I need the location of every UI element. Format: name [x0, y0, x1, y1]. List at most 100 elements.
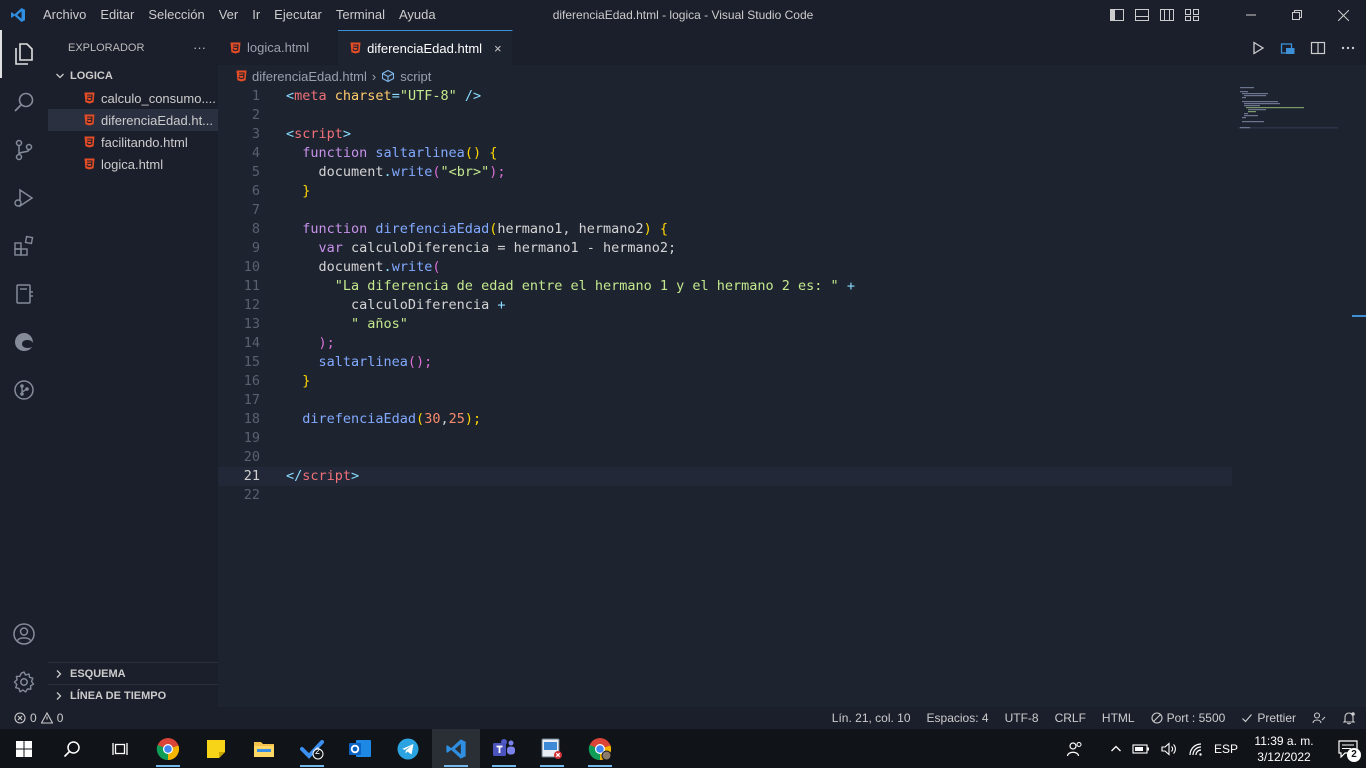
- taskbar-snipping-tool[interactable]: [528, 729, 576, 768]
- run-icon[interactable]: [1250, 40, 1266, 56]
- live-preview-icon[interactable]: [1280, 40, 1296, 56]
- outline-label: ESQUEMA: [70, 667, 126, 680]
- volume-icon[interactable]: [1160, 741, 1178, 757]
- taskbar-outlook[interactable]: [336, 729, 384, 768]
- battery-icon[interactable]: [1132, 743, 1150, 755]
- more-actions-icon[interactable]: [1340, 40, 1356, 56]
- problems-indicator[interactable]: 0 0: [0, 711, 63, 725]
- split-editor-icon[interactable]: [1310, 40, 1326, 56]
- explorer-icon[interactable]: [0, 30, 48, 78]
- taskbar-vscode[interactable]: [432, 729, 480, 768]
- status-bar: 0 0 Lín. 21, col. 10 Espacios: 4 UTF-8 C…: [0, 707, 1366, 729]
- todo-check-icon: [300, 739, 324, 759]
- line-number: 16: [243, 373, 260, 389]
- toggle-secondary-sidebar-icon[interactable]: [1159, 7, 1175, 23]
- taskbar-teams[interactable]: [480, 729, 528, 768]
- line-number: 5: [251, 164, 260, 180]
- customize-layout-icon[interactable]: [1184, 7, 1200, 23]
- timeline-section[interactable]: LÍNEA DE TIEMPO: [48, 684, 218, 706]
- menu-ayuda[interactable]: Ayuda: [392, 0, 443, 30]
- account-icon[interactable]: [0, 610, 48, 658]
- telegram-icon: [397, 738, 419, 759]
- line-number: 17: [243, 392, 260, 408]
- line-number: 3: [251, 126, 260, 142]
- git-graph-icon[interactable]: [0, 366, 48, 414]
- close-tab-icon[interactable]: ×: [494, 41, 502, 56]
- live-server-port[interactable]: Port : 5500: [1151, 711, 1225, 725]
- input-language[interactable]: ESP: [1214, 742, 1238, 756]
- explorer-more-button[interactable]: ···: [193, 40, 206, 55]
- encoding[interactable]: UTF-8: [1005, 711, 1039, 725]
- notification-center-button[interactable]: 2: [1330, 729, 1366, 768]
- tab-diferenciaedad[interactable]: diferenciaEdad.html ×: [338, 30, 513, 65]
- taskbar-chrome[interactable]: [144, 729, 192, 768]
- wifi-icon[interactable]: [1188, 742, 1204, 756]
- people-icon[interactable]: [1066, 741, 1084, 757]
- html-file-icon: [84, 92, 95, 104]
- chrome-profile-icon: [588, 737, 612, 760]
- search-icon[interactable]: [0, 78, 48, 126]
- extensions-icon[interactable]: [0, 222, 48, 270]
- taskbar-file-explorer[interactable]: [240, 729, 288, 768]
- end-of-line[interactable]: CRLF: [1055, 711, 1086, 725]
- code-line: 6 }: [218, 182, 1232, 201]
- code-editor[interactable]: 1 <meta charset="UTF-8" /> 2 3 <script> 4 …: [218, 87, 1366, 707]
- scrollbar-position-marker[interactable]: [1352, 315, 1366, 317]
- file-item-diferenciaedad[interactable]: diferenciaEdad.ht...: [48, 109, 218, 131]
- outline-section[interactable]: ESQUEMA: [48, 662, 218, 684]
- folder-logica[interactable]: LOGICA: [48, 65, 218, 87]
- tab-label: diferenciaEdad.html: [367, 40, 483, 56]
- notifications-bell-icon[interactable]: [1342, 711, 1356, 725]
- menu-ver[interactable]: Ver: [212, 0, 246, 30]
- taskbar-chrome-profile[interactable]: [576, 729, 624, 768]
- taskbar-todo[interactable]: 2: [288, 729, 336, 768]
- start-button[interactable]: [0, 729, 48, 768]
- toggle-sidebar-icon[interactable]: [1109, 7, 1125, 23]
- file-item-facilitando[interactable]: facilitando.html: [48, 131, 218, 153]
- settings-gear-icon[interactable]: [0, 658, 48, 706]
- language-mode[interactable]: HTML: [1102, 711, 1135, 725]
- file-item-calculo-consumo[interactable]: calculo_consumo....: [48, 87, 218, 109]
- menu-ir[interactable]: Ir: [245, 0, 267, 30]
- show-hidden-icons-chevron-up-icon[interactable]: [1110, 743, 1122, 755]
- menu-terminal[interactable]: Terminal: [329, 0, 392, 30]
- code-line: 3 <script>: [218, 125, 1232, 144]
- taskbar-telegram[interactable]: [384, 729, 432, 768]
- breadcrumb-symbol[interactable]: script: [400, 69, 431, 84]
- folder-icon: [254, 741, 274, 757]
- toggle-panel-icon[interactable]: [1134, 7, 1150, 23]
- menu-ejecutar[interactable]: Ejecutar: [267, 0, 329, 30]
- run-debug-icon[interactable]: [0, 174, 48, 222]
- chrome-icon: [156, 737, 180, 760]
- restore-button[interactable]: [1274, 0, 1320, 30]
- editor-actions: [1250, 30, 1356, 65]
- edge-devtools-icon[interactable]: [0, 318, 48, 366]
- breadcrumb-file[interactable]: diferenciaEdad.html: [252, 69, 367, 84]
- taskbar-sticky-notes[interactable]: [192, 729, 240, 768]
- timeline-label: LÍNEA DE TIEMPO: [70, 689, 167, 702]
- menu-editar[interactable]: Editar: [93, 0, 141, 30]
- windows-logo-icon: [16, 740, 32, 757]
- current-code-line: 21 </script>: [218, 467, 1232, 486]
- task-view-button[interactable]: [96, 729, 144, 768]
- menu-archivo[interactable]: Archivo: [36, 0, 93, 30]
- cursor-position[interactable]: Lín. 21, col. 10: [832, 711, 911, 725]
- tab-logica[interactable]: logica.html: [218, 30, 339, 65]
- prettier-status[interactable]: Prettier: [1241, 711, 1296, 725]
- code-line: 10 document.write(: [218, 258, 1232, 277]
- menu-seleccion[interactable]: Selección: [141, 0, 211, 30]
- code-line: 18 direfenciaEdad(30,25);: [218, 410, 1232, 429]
- taskbar-search-button[interactable]: [48, 729, 96, 768]
- source-control-icon[interactable]: [0, 126, 48, 174]
- file-item-logica[interactable]: logica.html: [48, 153, 218, 175]
- error-count: 0: [30, 711, 37, 725]
- close-window-button[interactable]: [1320, 0, 1366, 30]
- minimap[interactable]: [1238, 87, 1338, 147]
- line-number: 10: [243, 259, 260, 275]
- remote-explorer-icon[interactable]: [0, 270, 48, 318]
- minimize-button[interactable]: [1228, 0, 1274, 30]
- accounts-feedback-icon[interactable]: [1312, 711, 1326, 725]
- indentation[interactable]: Espacios: 4: [927, 711, 989, 725]
- clock[interactable]: 11:39 a. m. 3/12/2022: [1248, 733, 1320, 765]
- editor-tabs: logica.html diferenciaEdad.html ×: [218, 30, 1366, 65]
